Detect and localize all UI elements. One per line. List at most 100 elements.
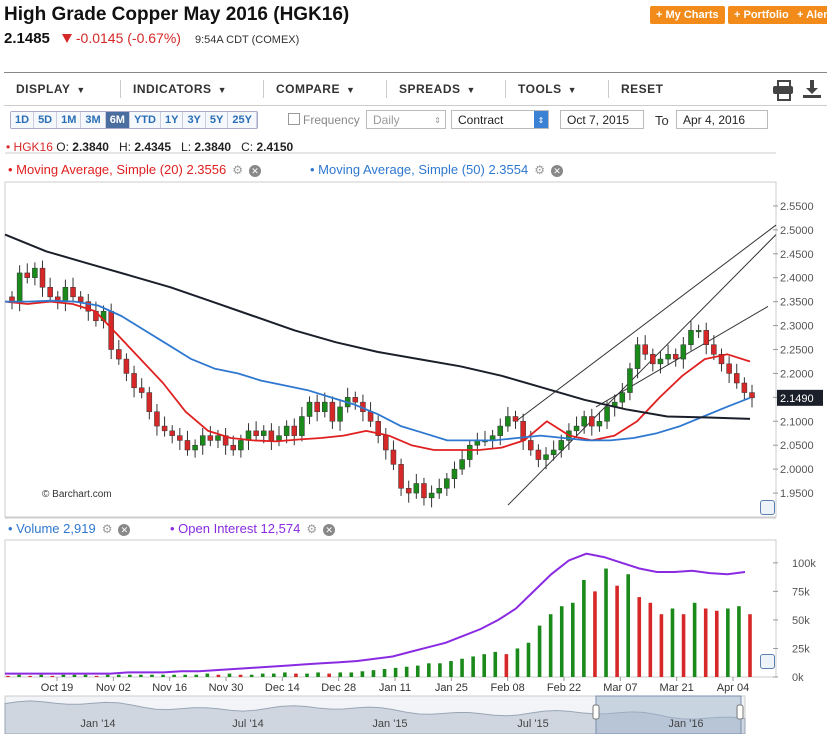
y-tick-label: 2.2500 <box>780 345 814 357</box>
volume-bar <box>172 674 176 677</box>
indicators-menu[interactable]: INDICATORS ▼ <box>121 80 264 98</box>
candle-body <box>466 444 473 460</box>
contract-select[interactable]: Contract ⇕ <box>451 110 549 129</box>
candle-body <box>642 344 648 355</box>
volume-bar <box>670 608 675 677</box>
volume-bar <box>283 672 287 677</box>
candle-body <box>299 416 305 436</box>
candle-body <box>116 349 122 360</box>
volume-y-tick-label: 75k <box>792 586 810 598</box>
volume-bar <box>382 669 387 677</box>
y-tick-label: 2.5000 <box>780 225 814 237</box>
volume-bar <box>28 675 32 677</box>
volume-legend: • Volume 2,919 ⚙ ✕ <box>8 521 131 536</box>
period-button-1y[interactable]: 1Y <box>160 112 184 128</box>
volume-bar <box>6 675 10 677</box>
to-date-input[interactable]: Apr 4, 2016 <box>676 110 768 129</box>
candle-body <box>428 492 435 499</box>
candle-body <box>413 483 420 494</box>
candle-body <box>558 440 565 451</box>
candle-body <box>169 430 175 436</box>
last-price: 2.1485 <box>4 30 50 47</box>
portfolio-button[interactable]: + Portfolio <box>728 6 795 24</box>
gear-icon[interactable]: ⚙ <box>232 163 243 177</box>
period-button-3y[interactable]: 3Y <box>183 112 206 128</box>
candle-body <box>123 358 130 374</box>
frequency-toggle[interactable]: Frequency <box>288 113 360 127</box>
price-scale-button[interactable] <box>760 500 775 515</box>
gear-icon[interactable]: ⚙ <box>534 163 545 177</box>
candle-body <box>505 416 511 427</box>
my-charts-button[interactable]: + My Charts <box>650 6 725 24</box>
candle-body <box>749 392 755 399</box>
candle-body <box>261 430 267 436</box>
candle-body <box>32 267 38 278</box>
reset-label: RESET <box>621 82 664 96</box>
volume-y-tick-label: 50k <box>792 615 810 627</box>
period-button-5y[interactable]: 5Y <box>205 112 229 128</box>
period-button-25y[interactable]: 25Y <box>228 112 257 128</box>
x-tick-label: Mar 07 <box>603 682 637 694</box>
alerts-button[interactable]: + Alerts <box>791 6 827 24</box>
chevron-down-icon: ▼ <box>466 85 476 95</box>
volume-bar <box>371 670 376 677</box>
candle-body <box>573 425 580 432</box>
frequency-select[interactable]: Daily ⇕ <box>366 110 446 129</box>
x-tick-label: Feb 08 <box>491 682 525 694</box>
volume-bar <box>714 610 719 677</box>
close-icon[interactable]: ✕ <box>323 523 336 536</box>
close-icon[interactable]: ✕ <box>118 523 131 536</box>
spreads-menu[interactable]: SPREADS ▼ <box>387 80 506 98</box>
frequency-checkbox[interactable] <box>288 113 300 125</box>
low-value: 2.3840 <box>194 140 232 154</box>
volume-bar <box>105 674 110 677</box>
period-button-ytd[interactable]: YTD <box>129 112 161 128</box>
compare-label: COMPARE <box>276 82 340 96</box>
print-icon[interactable] <box>773 80 793 101</box>
ma50-label: Moving Average, Simple (50) 2.3554 <box>318 162 529 177</box>
volume-bar <box>548 614 553 677</box>
reset-button[interactable]: RESET <box>609 80 693 98</box>
volume-bar <box>39 674 44 677</box>
navigator-handle-left <box>592 704 600 720</box>
compare-menu[interactable]: COMPARE ▼ <box>264 80 387 98</box>
candle-body <box>70 287 76 298</box>
gear-icon[interactable]: ⚙ <box>306 522 317 536</box>
volume-bar <box>238 674 243 677</box>
volume-bar <box>737 606 741 677</box>
gear-icon[interactable]: ⚙ <box>102 522 113 536</box>
candle-body <box>268 430 275 441</box>
volume-scale-button[interactable] <box>760 654 775 669</box>
y-tick-label: 2.0500 <box>780 440 814 452</box>
navigator-label: Jan '15 <box>372 718 407 730</box>
close-icon[interactable]: ✕ <box>551 164 563 177</box>
volume-bar <box>116 674 121 677</box>
period-button-1m[interactable]: 1M <box>57 112 82 128</box>
volume-bar <box>404 666 409 677</box>
period-button-6m[interactable]: 6M <box>105 112 130 128</box>
candle-body <box>177 435 183 441</box>
volume-bar <box>593 591 597 677</box>
close-icon[interactable]: ✕ <box>249 164 261 177</box>
download-icon[interactable] <box>803 80 821 98</box>
candle-body <box>131 373 137 389</box>
volume-bar <box>726 608 730 677</box>
from-date-input[interactable]: Oct 7, 2015 <box>560 110 644 129</box>
volume-bar <box>393 667 398 677</box>
period-button-1d[interactable]: 1D <box>11 112 35 128</box>
y-tick-label: 2.3500 <box>780 297 814 309</box>
display-menu[interactable]: DISPLAY ▼ <box>4 80 121 98</box>
period-button-3m[interactable]: 3M <box>81 112 106 128</box>
frequency-label: Frequency <box>303 113 360 127</box>
volume-bar <box>271 673 276 677</box>
volume-y-tick-label: 0k <box>792 672 804 684</box>
period-button-5d[interactable]: 5D <box>34 112 58 128</box>
candle-body <box>741 382 748 393</box>
volume-bar <box>537 625 542 677</box>
volume-bar <box>128 674 132 677</box>
volume-bar <box>72 674 77 677</box>
volume-bar <box>17 674 21 677</box>
tools-menu[interactable]: TOOLS ▼ <box>506 80 609 98</box>
candle-body <box>199 435 206 446</box>
y-tick-label: 1.9500 <box>780 488 814 500</box>
